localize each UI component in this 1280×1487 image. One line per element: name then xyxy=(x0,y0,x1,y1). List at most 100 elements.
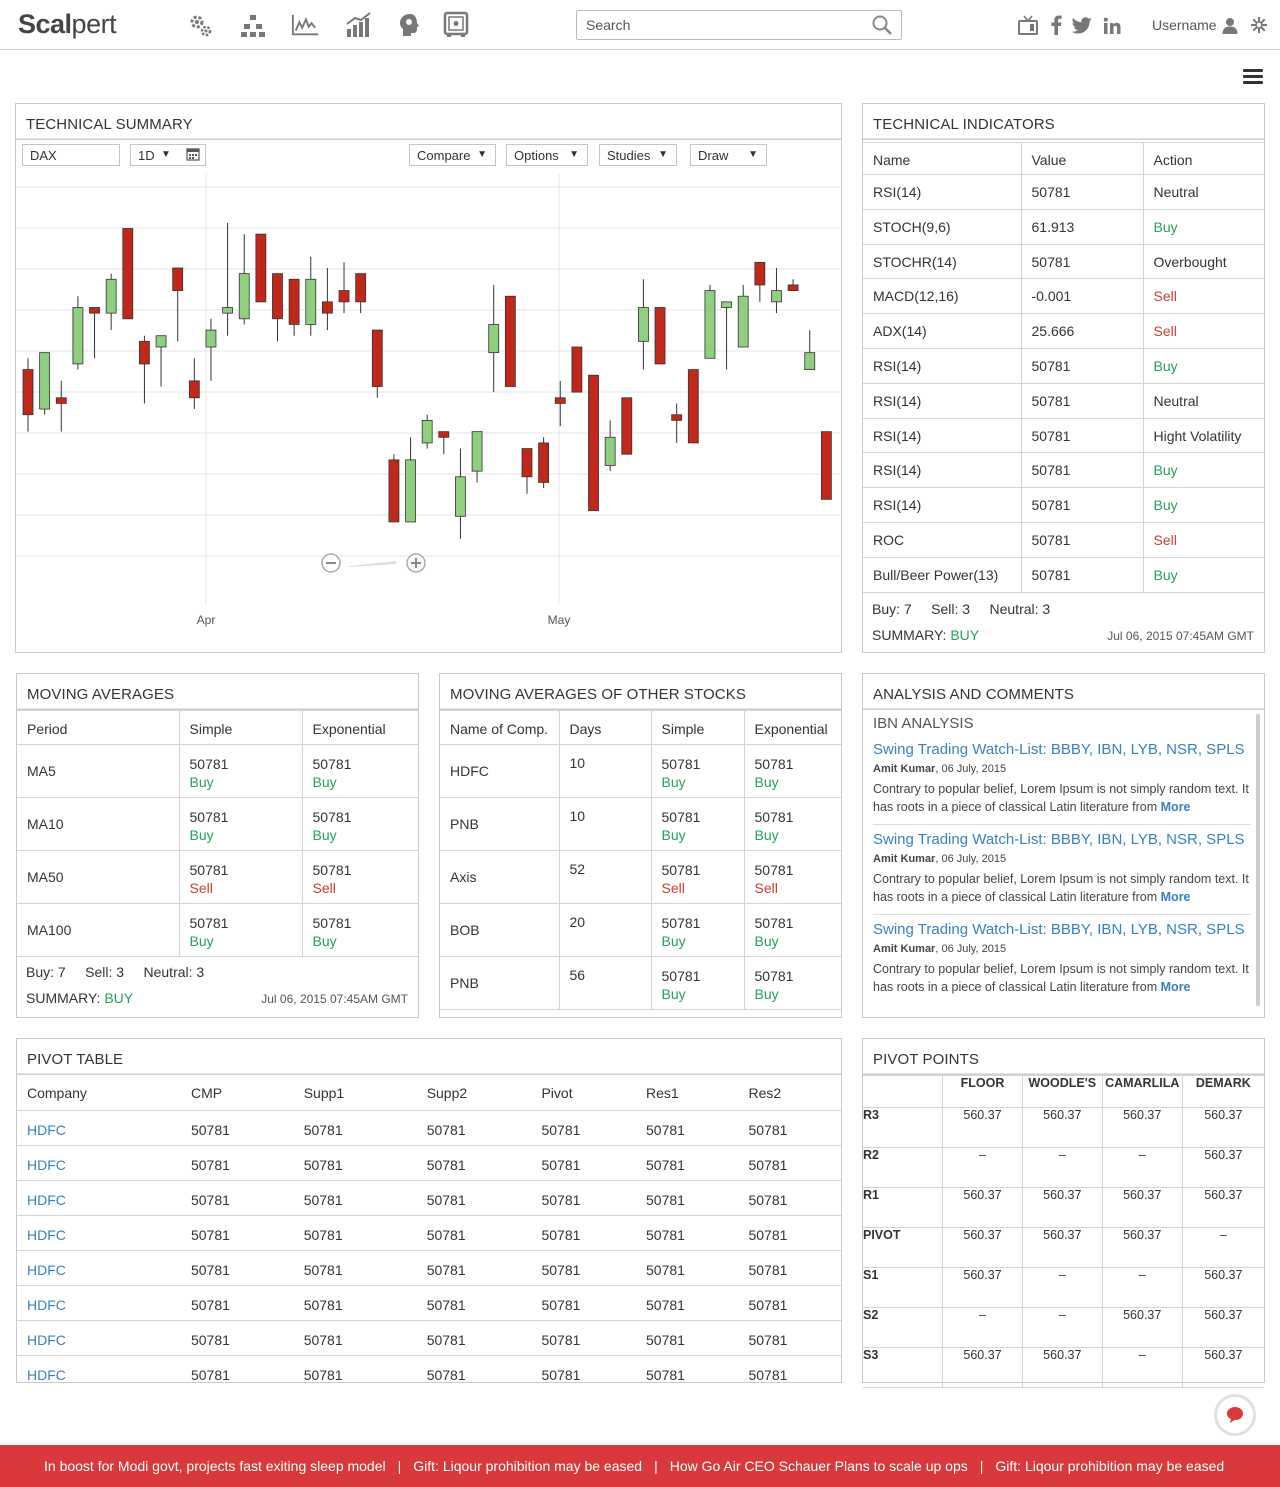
candle-body xyxy=(671,414,683,421)
ticker-headline[interactable]: Gift: Liqour prohibition may be eased xyxy=(413,1458,642,1474)
top-navbar: Scalpert Username xyxy=(0,0,1280,50)
pivot-cell: 50781 xyxy=(426,1366,466,1383)
indicator-action: Sell xyxy=(1142,278,1264,315)
head-idea-icon[interactable] xyxy=(396,11,424,39)
scrollbar[interactable] xyxy=(1256,714,1260,1006)
compare-dropdown[interactable]: Compare ▼ xyxy=(409,144,496,166)
hierarchy-icon[interactable] xyxy=(239,11,267,39)
interval-select[interactable]: 1D ▼ xyxy=(130,144,206,166)
x-tick-may: May xyxy=(548,613,571,627)
pivot-cell: 50781 xyxy=(426,1156,466,1173)
calendar-icon[interactable] xyxy=(186,147,200,164)
col-header-res2: Res2 xyxy=(748,1085,782,1101)
ticker-headline[interactable]: How Go Air CEO Schauer Plans to scale up… xyxy=(670,1458,968,1474)
app-logo[interactable]: Scalpert xyxy=(18,9,117,40)
pivot-point-value: 560.37 xyxy=(1181,1307,1264,1348)
article-title-link[interactable]: Swing Trading Watch-List: BBBY, IBN, LYB… xyxy=(873,921,1251,939)
pivot-point-value: – xyxy=(1101,1347,1183,1388)
ticker-headline[interactable]: Gift: Liqour prohibition may be eased xyxy=(995,1458,1224,1474)
chart-candles xyxy=(22,222,832,539)
line-chart-icon[interactable] xyxy=(291,11,319,39)
hamburger-menu-icon[interactable] xyxy=(1243,69,1263,85)
ma-period: MA10 xyxy=(17,797,180,851)
pivot-cell: 50781 xyxy=(190,1261,230,1278)
company-link[interactable]: HDFC xyxy=(17,1250,181,1285)
candle-body xyxy=(155,335,167,348)
article-title-link[interactable]: Swing Trading Watch-List: BBBY, IBN, LYB… xyxy=(873,831,1251,849)
facebook-icon[interactable] xyxy=(1045,14,1067,36)
username-label[interactable]: Username xyxy=(1152,17,1217,33)
indicator-name: RSI(14) xyxy=(863,452,1022,489)
candle-body xyxy=(471,431,483,472)
symbol-input[interactable]: DAX xyxy=(22,144,120,166)
simple-action: Sell xyxy=(661,880,685,896)
zoom-slider-track[interactable] xyxy=(349,561,396,567)
article-body: Contrary to popular belief, Lorem Ipsum … xyxy=(873,780,1251,816)
safe-icon[interactable] xyxy=(442,11,470,39)
ma-simple-action: Buy xyxy=(189,827,214,843)
studies-dropdown[interactable]: Studies ▼ xyxy=(599,144,677,166)
candle-body xyxy=(139,340,150,365)
pivot-point-value: – xyxy=(942,1147,1023,1188)
technical-indicators-table: Name Value Action RSI(14) 50781 Neutral STO… xyxy=(863,142,1264,593)
tv-icon[interactable] xyxy=(1017,14,1039,36)
pivot-cell: 50781 xyxy=(303,1156,343,1173)
ma-other-stocks-table: Name of Comp. Days Simple Exponential HD… xyxy=(440,710,841,1010)
days-value: 10 xyxy=(558,744,652,798)
user-icon[interactable] xyxy=(1219,14,1241,36)
company-link[interactable]: HDFC xyxy=(17,1355,181,1390)
candle-body xyxy=(804,352,816,370)
company-link[interactable]: HDFC xyxy=(17,1110,181,1145)
compare-label: Compare xyxy=(417,148,471,163)
ma-simple-value: 50781 xyxy=(189,809,229,825)
logo-rest: pert xyxy=(71,9,117,39)
pivot-cell: 50781 xyxy=(646,1191,685,1208)
indicator-action: Buy xyxy=(1142,347,1264,384)
ma-exp-cell: 50781 Buy xyxy=(301,903,418,957)
company-link[interactable]: HDFC xyxy=(17,1145,181,1180)
company-link[interactable]: HDFC xyxy=(17,1180,181,1215)
moving-averages-panel: MOVING AVERAGES Period Simple Exponentia… xyxy=(16,673,419,1018)
pivot-cell: 50781 xyxy=(426,1296,466,1313)
more-link[interactable]: More xyxy=(1161,890,1191,904)
simple-cell: 50781 Buy xyxy=(650,744,745,798)
settings-icon[interactable] xyxy=(1248,14,1270,36)
candle-body xyxy=(521,448,533,478)
company-name: BOB xyxy=(440,903,560,957)
days-value: 10 xyxy=(558,797,652,851)
linkedin-icon[interactable] xyxy=(1101,14,1123,36)
draw-dropdown[interactable]: Draw ▼ xyxy=(690,144,767,166)
pivot-cell: 50781 xyxy=(303,1191,343,1208)
article-date: , 06 July, 2015 xyxy=(935,943,1007,955)
more-link[interactable]: More xyxy=(1161,980,1191,994)
company-link[interactable]: HDFC xyxy=(17,1215,181,1250)
growth-chart-icon[interactable] xyxy=(345,11,373,39)
company-name: HDFC xyxy=(440,744,560,798)
article-title-link[interactable]: Swing Trading Watch-List: BBBY, IBN, LYB… xyxy=(873,741,1251,759)
company-link[interactable]: HDFC xyxy=(17,1285,181,1320)
exp-action: Buy xyxy=(754,774,779,790)
indicator-name: RSI(14) xyxy=(863,487,1022,523)
search-input[interactable] xyxy=(576,10,902,40)
indicator-name: RSI(14) xyxy=(863,174,1022,210)
draw-label: Draw xyxy=(698,148,729,163)
search-icon[interactable] xyxy=(869,13,895,37)
simple-value: 50781 xyxy=(661,862,701,878)
indicator-row: STOCHR(14) 50781 Overbought xyxy=(863,243,1264,280)
chat-button[interactable] xyxy=(1214,1394,1256,1436)
pivot-point-value: 560.37 xyxy=(1101,1227,1183,1268)
options-dropdown[interactable]: Options ▼ xyxy=(506,144,588,166)
ma-simple-action: Sell xyxy=(189,880,213,896)
company-link[interactable]: HDFC xyxy=(17,1320,181,1355)
candle-body xyxy=(122,228,134,320)
zoom-out-icon[interactable] xyxy=(321,553,341,573)
zoom-in-icon[interactable] xyxy=(406,553,426,573)
twitter-icon[interactable] xyxy=(1071,14,1093,36)
chevron-down-icon: ▼ xyxy=(161,149,171,160)
more-link[interactable]: More xyxy=(1161,800,1191,814)
gears-icon[interactable] xyxy=(187,11,215,39)
exp-action: Buy xyxy=(754,986,779,1002)
candlestick-chart[interactable]: Apr May xyxy=(16,174,841,652)
ticker-headline[interactable]: In boost for Modi govt, projects fast ex… xyxy=(44,1458,386,1474)
ma-simple-cell: 50781 Sell xyxy=(178,850,303,904)
